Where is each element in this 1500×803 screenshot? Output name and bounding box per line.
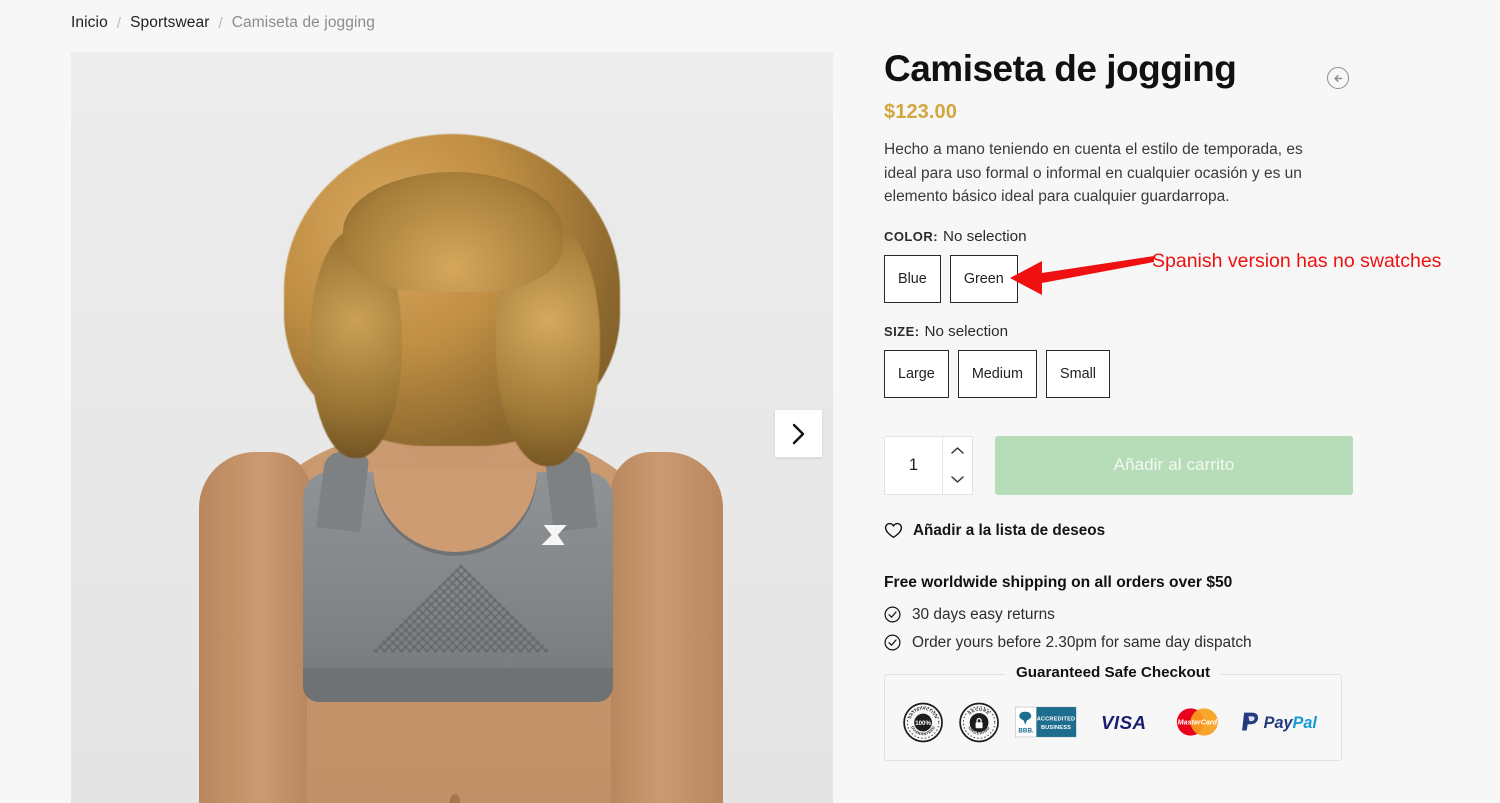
brand-logo-icon [541,525,567,545]
option-label-color: COLOR: No selection [884,228,1444,245]
color-option-blue[interactable]: Blue [884,254,941,303]
breadcrumb-item-current: Camiseta de jogging [231,14,375,31]
list-item-label: 30 days easy returns [912,605,1055,623]
bbb-accredited-badge: BBB. ACCREDITED BUSINESS [1015,706,1077,738]
breadcrumb-separator: / [116,14,122,32]
quantity-stepper[interactable]: 1 [884,435,973,495]
add-to-cart-button[interactable]: Añadir al carrito [995,435,1353,495]
quantity-input[interactable]: 1 [885,437,942,494]
size-choices: Large Medium Small [884,349,1444,398]
annotation-label: Spanish version has no swatches [1152,250,1442,272]
breadcrumb: Inicio / Sportswear / Camiseta de joggin… [71,14,375,32]
breadcrumb-separator: / [218,14,223,32]
bbb-mark: BBB. [1019,727,1035,734]
paypal-badge: PayPal [1242,712,1318,732]
svg-text:ACCREDITED: ACCREDITED [1037,717,1076,723]
chevron-up-icon [951,447,964,455]
page-title: Camiseta de jogging [884,48,1237,89]
checkout-legend: Guaranteed Safe Checkout [1004,663,1222,681]
chevron-down-icon [951,476,964,483]
product-image [71,52,833,803]
list-item-label: Order yours before 2.30pm for same day d… [912,633,1252,651]
option-key-size: SIZE: [884,323,920,339]
shipping-benefits-list: 30 days easy returns Order yours before … [884,606,1444,652]
option-label-size: SIZE: No selection [884,323,1444,340]
mastercard-badge: MasterCard [1177,708,1219,736]
option-value-color: No selection [942,227,1027,245]
option-value-size: No selection [924,322,1009,340]
size-option-medium[interactable]: Medium [957,349,1037,398]
svg-text:VISA: VISA [1101,712,1147,733]
svg-text:PayPal: PayPal [1264,714,1318,732]
heart-icon [884,523,903,539]
secure-ordering-badge: SECURE ORDERING [959,702,1000,743]
cart-controls: 1 Añadir al carrito [884,435,1444,495]
guaranteed-safe-checkout: Guaranteed Safe Checkout 100% SATISFACTI… [884,663,1342,761]
quantity-increment-button[interactable] [943,437,972,466]
payment-badges: 100% SATISFACTION GUARANTEED SECURE ORDE… [903,699,1323,746]
previous-product-button[interactable] [1327,67,1349,89]
satisfaction-guaranteed-badge: 100% SATISFACTION GUARANTEED [903,702,943,743]
breadcrumb-item-home[interactable]: Inicio [71,14,108,32]
list-item: Order yours before 2.30pm for same day d… [884,634,1444,652]
visa-badge: VISA [1101,712,1147,733]
annotation-arrow-icon [1010,256,1154,295]
size-option-small[interactable]: Small [1046,349,1110,398]
product-description: Hecho a mano teniendo en cuenta el estil… [884,141,1303,205]
list-item: 30 days easy returns [884,606,1444,624]
check-circle-icon [884,606,901,623]
product-price: $123.00 [884,101,957,124]
check-circle-icon [884,634,901,651]
chevron-right-icon [792,423,805,444]
svg-text:MasterCard: MasterCard [1178,719,1218,727]
gallery-next-button[interactable] [775,410,822,457]
size-option-large[interactable]: Large [884,349,949,398]
product-details: Camiseta de jogging $123.00 Hecho a mano… [884,48,1444,761]
option-key-color: COLOR: [884,228,938,244]
product-gallery[interactable] [71,52,833,803]
arrow-left-icon [1333,74,1342,82]
shipping-title: Free worldwide shipping on all orders ov… [884,573,1233,591]
option-group-size: SIZE: No selection Large Medium Small [884,323,1444,398]
svg-text:BUSINESS: BUSINESS [1041,725,1071,731]
wishlist-label: Añadir a la lista de deseos [913,521,1106,539]
breadcrumb-item-sportswear[interactable]: Sportswear [130,14,209,32]
add-to-wishlist-button[interactable]: Añadir a la lista de deseos [884,522,1444,540]
quantity-step-buttons [942,436,972,494]
badge-center-text: 100% [915,720,931,727]
quantity-decrement-button[interactable] [943,465,972,494]
